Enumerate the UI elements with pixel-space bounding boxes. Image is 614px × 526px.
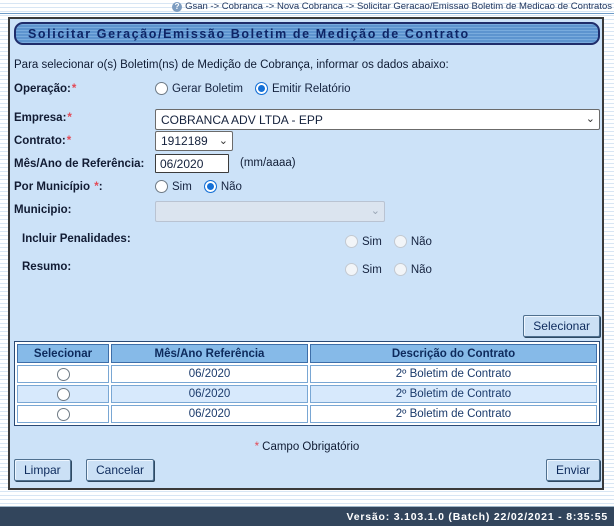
row-descricao: 2º Boletim de Contrato <box>310 405 597 423</box>
field-label-por-municipio: Por Município *: <box>14 181 103 193</box>
radio-resumo-sim <box>345 263 358 276</box>
breadcrumb-text: Gsan -> Cobranca -> Nova Cobranca -> Sol… <box>185 1 612 12</box>
row-select-cell <box>17 405 109 423</box>
row-descricao: 2º Boletim de Contrato <box>310 385 597 403</box>
empresa-label: Empresa: <box>14 112 66 124</box>
radio-label: Não <box>411 264 432 276</box>
row-select-cell <box>17 365 109 383</box>
incluir-penalidades-sim-option: Sim <box>345 235 382 248</box>
radio-label: Sim <box>362 264 382 276</box>
chevron-down-icon: ⌄ <box>219 136 228 147</box>
gsan-window: ? Gsan -> Cobranca -> Nova Cobranca -> S… <box>0 0 614 526</box>
page-title-text: Solicitar Geração/Emissão Boletim de Med… <box>28 27 470 41</box>
row-mes-ano: 06/2020 <box>111 365 308 383</box>
emitir-relatorio-option[interactable]: Emitir Relatório <box>255 82 351 95</box>
version-text: Versão: 3.103.1.0 (Batch) 22/02/2021 - 8… <box>346 511 608 523</box>
por-municipio-radio-group: Sim Não <box>155 180 254 193</box>
mes-ano-format-hint: (mm/aaaa) <box>240 157 296 169</box>
radio-label: Não <box>411 236 432 248</box>
radio-label: Sim <box>172 181 192 193</box>
radio-emitir-relatorio[interactable] <box>255 82 268 95</box>
header-descricao: Descrição do Contrato <box>310 344 597 363</box>
radio-label: Gerar Boletim <box>172 83 243 95</box>
field-label-contrato: Contrato:* <box>14 135 71 147</box>
selecionar-button[interactable]: Selecionar <box>523 315 600 337</box>
header-mes-ano: Mês/Ano Referência <box>111 344 308 363</box>
row-mes-ano: 06/2020 <box>111 405 308 423</box>
por-municipio-label: Por Município <box>14 181 93 193</box>
top-divider <box>0 13 614 14</box>
limpar-button[interactable]: Limpar <box>14 459 71 481</box>
radio-label: Não <box>221 181 242 193</box>
radio-label: Sim <box>362 236 382 248</box>
required-note-text: Campo Obrigatório <box>262 441 359 453</box>
contrato-select[interactable]: 1912189 ⌄ <box>155 131 233 151</box>
radio-label: Emitir Relatório <box>272 83 351 95</box>
chevron-down-icon: ⌄ <box>586 114 595 125</box>
row-mes-ano: 06/2020 <box>111 385 308 403</box>
row-select-cell <box>17 385 109 403</box>
help-icon[interactable]: ? <box>172 2 182 12</box>
header-selecionar: Selecionar <box>17 344 109 363</box>
contrato-required-star: * <box>67 135 71 147</box>
por-municipio-nao-option[interactable]: Não <box>204 180 242 193</box>
contrato-label: Contrato: <box>14 135 66 147</box>
resumo-sim-option: Sim <box>345 263 382 276</box>
radio-incluir-penalidades-nao <box>394 235 407 248</box>
operacao-radio-group: Gerar Boletim Emitir Relatório <box>155 82 363 95</box>
table-row: 06/2020 2º Boletim de Contrato <box>17 365 597 383</box>
cancelar-button[interactable]: Cancelar <box>86 459 154 481</box>
operacao-required-star: * <box>72 83 76 95</box>
resumo-label: Resumo: <box>22 261 71 273</box>
table-header-row: Selecionar Mês/Ano Referência Descrição … <box>17 344 597 363</box>
gerar-boletim-option[interactable]: Gerar Boletim <box>155 82 243 95</box>
radio-resumo-nao <box>394 263 407 276</box>
municipio-label: Municipio: <box>14 204 72 216</box>
por-municipio-sim-option[interactable]: Sim <box>155 180 192 193</box>
row-select-radio[interactable] <box>57 368 70 381</box>
mes-ano-label: Mês/Ano de Referência: <box>14 158 144 170</box>
radio-por-municipio-nao[interactable] <box>204 180 217 193</box>
required-star: * <box>255 441 259 453</box>
row-select-radio[interactable] <box>57 408 70 421</box>
breadcrumb: ? Gsan -> Cobranca -> Nova Cobranca -> S… <box>0 0 614 13</box>
intro-text: Para selecionar o(s) Boletim(ns) de Medi… <box>14 59 449 71</box>
row-descricao: 2º Boletim de Contrato <box>310 365 597 383</box>
empresa-required-star: * <box>67 112 71 124</box>
radio-por-municipio-sim[interactable] <box>155 180 168 193</box>
boletim-table: Selecionar Mês/Ano Referência Descrição … <box>14 341 600 426</box>
empresa-selected-value: COBRANCA ADV LTDA - EPP <box>161 113 323 127</box>
row-select-radio[interactable] <box>57 388 70 401</box>
field-label-empresa: Empresa:* <box>14 112 72 124</box>
incluir-penalidades-label: Incluir Penalidades: <box>22 233 131 245</box>
mes-ano-input[interactable] <box>155 154 229 173</box>
resumo-nao-option: Não <box>394 263 432 276</box>
contrato-selected-value: 1912189 <box>161 134 208 148</box>
footer-bar: Versão: 3.103.1.0 (Batch) 22/02/2021 - 8… <box>0 506 614 526</box>
incluir-penalidades-nao-option: Não <box>394 235 432 248</box>
required-field-note: *Campo Obrigatório <box>0 441 614 453</box>
page-title: Solicitar Geração/Emissão Boletim de Med… <box>14 22 600 45</box>
field-label-resumo: Resumo: <box>22 261 71 273</box>
field-label-operacao: Operação:* <box>14 83 76 95</box>
incluir-penalidades-radio-group: Sim Não <box>345 235 444 248</box>
radio-incluir-penalidades-sim <box>345 235 358 248</box>
table-row: 06/2020 2º Boletim de Contrato <box>17 405 597 423</box>
chevron-down-icon: ⌄ <box>371 206 380 217</box>
municipio-select: ⌄ <box>155 201 385 222</box>
field-label-mes-ano: Mês/Ano de Referência: <box>14 158 144 170</box>
field-label-municipio: Municipio: <box>14 204 72 216</box>
por-municipio-colon: : <box>99 181 103 193</box>
enviar-button[interactable]: Enviar <box>546 459 600 481</box>
radio-gerar-boletim[interactable] <box>155 82 168 95</box>
operacao-label: Operação: <box>14 83 71 95</box>
field-label-incluir-penalidades: Incluir Penalidades: <box>22 233 131 245</box>
resumo-radio-group: Sim Não <box>345 263 444 276</box>
table-row: 06/2020 2º Boletim de Contrato <box>17 385 597 403</box>
empresa-select[interactable]: COBRANCA ADV LTDA - EPP ⌄ <box>155 109 600 130</box>
